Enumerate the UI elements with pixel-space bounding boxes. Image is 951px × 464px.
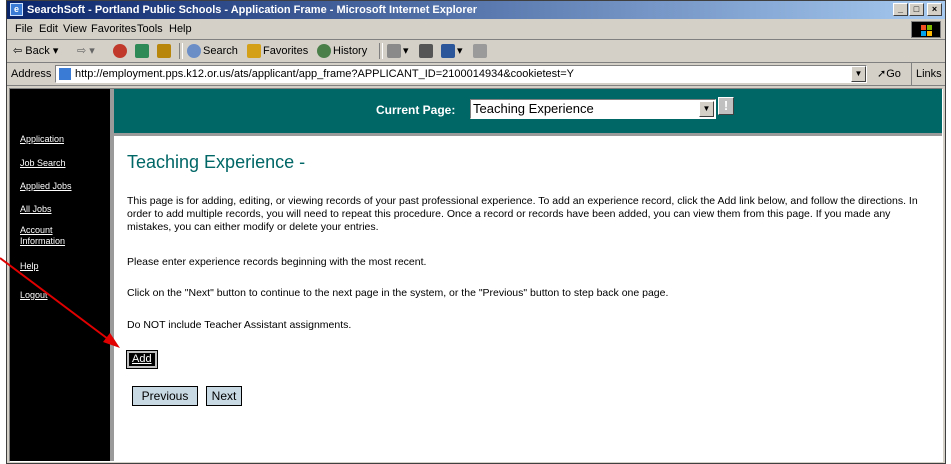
- sidebar-item-all-jobs[interactable]: All Jobs: [20, 204, 52, 215]
- stop-icon: [113, 44, 127, 59]
- menu-file[interactable]: File: [15, 20, 33, 39]
- search-label: Search: [203, 45, 238, 57]
- search-icon: [187, 44, 201, 59]
- menu-bar: File Edit View Favorites Tools Help: [7, 20, 945, 40]
- sidebar-item-help[interactable]: Help: [20, 261, 39, 272]
- current-page-label: Current Page:: [376, 103, 456, 117]
- refresh-button[interactable]: [135, 40, 151, 62]
- home-button[interactable]: [157, 40, 173, 62]
- page-icon: [59, 68, 71, 81]
- sidebar-item-account-information[interactable]: Account Information: [20, 225, 70, 247]
- current-page-select[interactable]: Teaching Experience ▼: [470, 99, 716, 119]
- menu-help[interactable]: Help: [169, 20, 192, 39]
- mail-icon: [387, 44, 401, 59]
- home-icon: [157, 44, 171, 59]
- navigation-paragraph: Click on the "Next" button to continue t…: [127, 287, 669, 299]
- print-button[interactable]: [419, 40, 435, 62]
- sidebar-item-applied-jobs[interactable]: Applied Jobs: [20, 181, 72, 192]
- search-button[interactable]: Search: [187, 40, 238, 62]
- menu-edit[interactable]: Edit: [39, 20, 58, 39]
- print-icon: [419, 44, 433, 59]
- toolbar-separator: [379, 43, 383, 59]
- current-page-value: Teaching Experience: [473, 101, 594, 116]
- address-dropdown-icon[interactable]: ▼: [851, 66, 866, 82]
- links-button[interactable]: Links: [911, 63, 942, 85]
- mail-button[interactable]: ▾: [387, 40, 409, 62]
- windows-logo-icon: [911, 21, 941, 38]
- go-label: Go: [886, 68, 901, 80]
- history-label: History: [333, 45, 368, 57]
- back-label: Back: [25, 45, 50, 57]
- menu-view[interactable]: View: [63, 20, 87, 39]
- previous-button[interactable]: Previous: [132, 386, 198, 406]
- menu-favorites[interactable]: Favorites: [91, 20, 136, 39]
- sidebar-item-job-search[interactable]: Job Search: [20, 158, 66, 169]
- back-arrow-icon: ⇦: [13, 45, 23, 57]
- note-paragraph: Do NOT include Teacher Assistant assignm…: [127, 319, 352, 331]
- instruction-paragraph: Please enter experience records beginnin…: [127, 256, 427, 268]
- address-input[interactable]: http://employment.pps.k12.or.us/ats/appl…: [55, 65, 867, 83]
- stop-button[interactable]: [113, 40, 129, 62]
- chevron-down-icon[interactable]: ▼: [699, 101, 714, 117]
- forward-button[interactable]: ⇨ ▾: [77, 40, 95, 62]
- ie-app-icon: e: [10, 3, 23, 16]
- refresh-icon: [135, 44, 149, 59]
- menu-tools[interactable]: Tools: [137, 20, 163, 39]
- address-url: http://employment.pps.k12.or.us/ats/appl…: [75, 68, 574, 80]
- browser-window: e SearchSoft - Portland Public Schools -…: [6, 0, 946, 464]
- favorites-icon: [247, 44, 261, 59]
- page-title: Teaching Experience -: [127, 152, 306, 172]
- help-alert-button[interactable]: !: [718, 97, 734, 115]
- add-button[interactable]: Add: [126, 350, 158, 369]
- title-bar: e SearchSoft - Portland Public Schools -…: [7, 1, 945, 19]
- minimize-button[interactable]: _: [893, 3, 908, 16]
- chevron-down-icon: ▾: [52, 45, 59, 57]
- sidebar-item-logout[interactable]: Logout: [20, 290, 48, 301]
- toolbar-separator: [179, 43, 183, 59]
- page-viewport: Application Job Search Applied Jobs All …: [9, 88, 943, 462]
- close-button[interactable]: ×: [927, 3, 942, 16]
- history-icon: [317, 44, 331, 59]
- discuss-icon: [473, 44, 487, 59]
- next-button[interactable]: Next: [206, 386, 242, 406]
- intro-paragraph: This page is for adding, editing, or vie…: [127, 195, 918, 233]
- discuss-button[interactable]: [473, 40, 489, 62]
- back-button[interactable]: ⇦ Back ▾: [13, 40, 58, 62]
- favorites-label: Favorites: [263, 45, 309, 57]
- main-content: Teaching Experience - This page is for a…: [114, 136, 942, 461]
- edit-word-button[interactable]: ▾: [441, 40, 463, 62]
- standard-toolbar: ⇦ Back ▾ ⇨ ▾ Search Favorites History ▾ …: [7, 40, 945, 63]
- page-header: Current Page: Teaching Experience ▼ !: [114, 89, 942, 136]
- go-arrow-icon: ➚: [877, 68, 887, 80]
- sidebar-item-application[interactable]: Application: [20, 134, 64, 145]
- address-bar: Address http://employment.pps.k12.or.us/…: [7, 63, 945, 86]
- window-title: SearchSoft - Portland Public Schools - A…: [27, 4, 478, 16]
- favorites-button[interactable]: Favorites: [247, 40, 308, 62]
- go-button[interactable]: ➚Go: [877, 63, 901, 85]
- history-button[interactable]: History: [317, 40, 367, 62]
- word-icon: [441, 44, 455, 59]
- address-label: Address: [11, 68, 52, 80]
- maximize-button[interactable]: □: [909, 3, 924, 16]
- sidebar-nav: Application Job Search Applied Jobs All …: [10, 89, 110, 461]
